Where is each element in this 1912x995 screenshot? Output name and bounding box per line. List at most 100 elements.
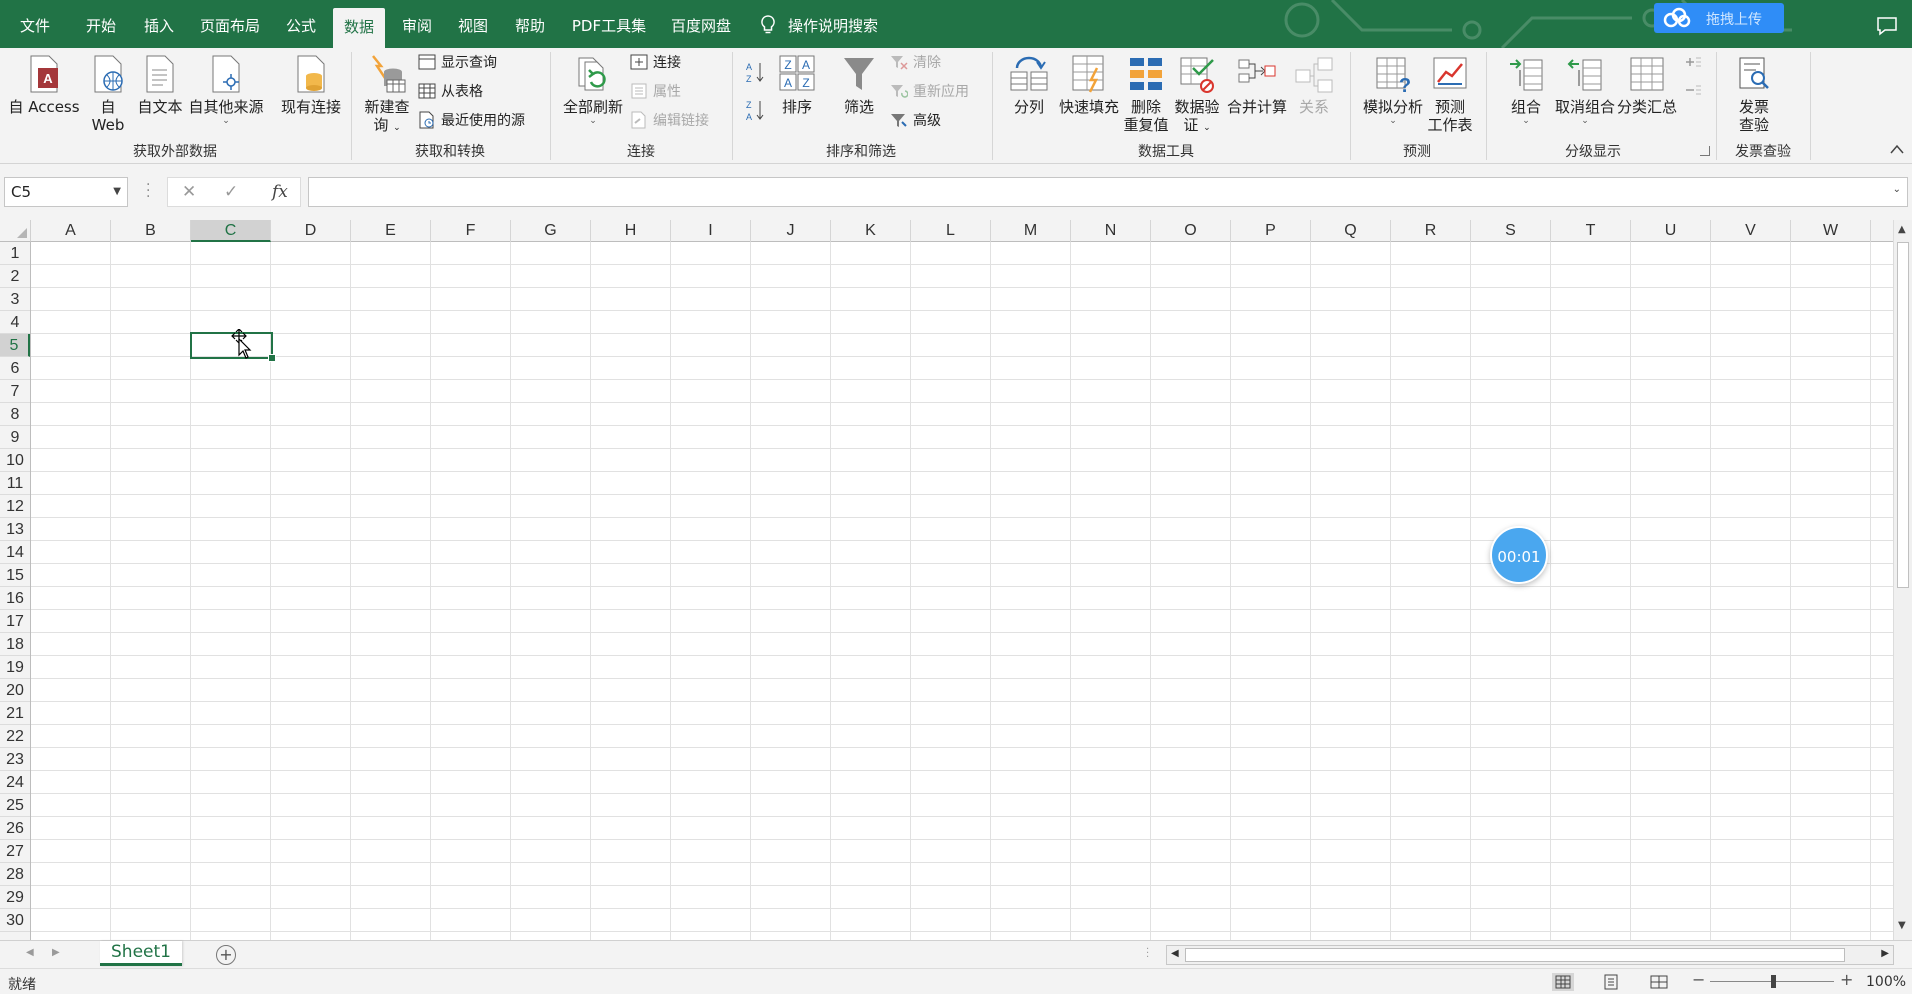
column-header-m[interactable]: M — [991, 220, 1071, 242]
forecast-sheet-button[interactable]: 预测 工作表 — [1426, 54, 1474, 134]
tab-view[interactable]: 视图 — [448, 0, 498, 48]
from-web-button[interactable]: 自 Web — [86, 54, 130, 134]
text-to-columns-button[interactable]: 分列 — [1006, 54, 1052, 116]
row-header-3[interactable]: 3 — [0, 288, 30, 311]
column-header-v[interactable]: V — [1711, 220, 1791, 242]
properties-button[interactable]: 属性 — [630, 81, 681, 103]
zoom-level[interactable]: 100% — [1866, 974, 1906, 990]
column-header-r[interactable]: R — [1391, 220, 1471, 242]
previous-sheet-icon[interactable]: ◀ — [26, 947, 34, 958]
expand-formula-bar-icon[interactable]: ⌄ — [1893, 184, 1901, 195]
clear-filter-button[interactable]: 清除 — [890, 52, 941, 74]
row-header-9[interactable]: 9 — [0, 426, 30, 449]
column-header-k[interactable]: K — [831, 220, 911, 242]
row-header-18[interactable]: 18 — [0, 633, 30, 656]
row-header-7[interactable]: 7 — [0, 380, 30, 403]
reapply-button[interactable]: 重新应用 — [890, 81, 969, 103]
tab-file[interactable]: 文件 — [10, 0, 60, 48]
column-header-q[interactable]: Q — [1311, 220, 1391, 242]
column-header-n[interactable]: N — [1071, 220, 1151, 242]
advanced-filter-button[interactable]: 高级 — [890, 110, 941, 132]
flash-fill-button[interactable]: 快速填充 — [1054, 54, 1124, 116]
from-table-button[interactable]: 从表格 — [418, 81, 483, 103]
what-if-analysis-button[interactable]: ? 模拟分析 ⌄ — [1358, 54, 1428, 126]
data-validation-button[interactable]: 数据验 证 ⌄ — [1172, 54, 1222, 137]
column-header-o[interactable]: O — [1151, 220, 1231, 242]
row-header-4[interactable]: 4 — [0, 311, 30, 334]
refresh-all-button[interactable]: 全部刷新 ⌄ — [560, 54, 626, 126]
tab-insert[interactable]: 插入 — [134, 0, 184, 48]
zoom-slider-thumb[interactable] — [1771, 975, 1776, 988]
zoom-in-icon[interactable]: + — [1840, 970, 1853, 989]
column-header-l[interactable]: L — [911, 220, 991, 242]
connections-button[interactable]: 连接 — [630, 52, 681, 74]
invoice-check-button[interactable]: 发票 查验 — [1726, 54, 1782, 134]
ungroup-button[interactable]: 取消组合 ⌄ — [1552, 54, 1618, 126]
resize-handle-icon[interactable]: · · · — [146, 178, 150, 204]
collapse-ribbon-icon[interactable] — [1888, 142, 1906, 156]
filter-button[interactable]: 筛选 — [834, 54, 884, 116]
horizontal-scrollbar[interactable]: ◀ ▶ — [1166, 945, 1894, 965]
cancel-icon[interactable]: ✕ — [182, 182, 196, 202]
existing-connections-button[interactable]: 现有连接 — [274, 54, 348, 116]
row-header-25[interactable]: 25 — [0, 794, 30, 817]
row-header-8[interactable]: 8 — [0, 403, 30, 426]
recording-timer[interactable]: 00:01 — [1490, 526, 1548, 584]
show-detail-icon[interactable] — [1684, 54, 1702, 70]
consolidate-button[interactable]: 合并计算 — [1222, 54, 1292, 116]
row-header-19[interactable]: 19 — [0, 656, 30, 679]
page-break-view-button[interactable] — [1648, 973, 1670, 991]
sort-button[interactable]: Z A A Z 排序 — [774, 54, 820, 116]
edit-links-button[interactable]: 编辑链接 — [630, 110, 709, 132]
recent-sources-button[interactable]: 最近使用的源 — [418, 110, 525, 132]
column-header-j[interactable]: J — [751, 220, 831, 242]
row-header-12[interactable]: 12 — [0, 495, 30, 518]
row-header-11[interactable]: 11 — [0, 472, 30, 495]
tab-split-handle-icon[interactable]: · · · — [1146, 945, 1149, 963]
column-header-w[interactable]: W — [1791, 220, 1871, 242]
cell-area[interactable] — [31, 242, 1893, 940]
column-header-h[interactable]: H — [591, 220, 671, 242]
row-header-26[interactable]: 26 — [0, 817, 30, 840]
column-header-u[interactable]: U — [1631, 220, 1711, 242]
row-header-5[interactable]: 5 — [0, 334, 30, 357]
subtotal-button[interactable]: 分类汇总 — [1614, 54, 1680, 116]
outline-dialog-launcher-icon[interactable] — [1700, 146, 1710, 156]
tab-formulas[interactable]: 公式 — [276, 0, 326, 48]
sort-descending-icon[interactable]: ZA — [746, 98, 766, 122]
from-text-button[interactable]: 自文本 — [134, 54, 186, 116]
row-header-20[interactable]: 20 — [0, 679, 30, 702]
show-queries-button[interactable]: 显示查询 — [418, 52, 497, 74]
row-header-6[interactable]: 6 — [0, 357, 30, 380]
scroll-right-icon[interactable]: ▶ — [1881, 948, 1889, 959]
row-header-10[interactable]: 10 — [0, 449, 30, 472]
column-header-s[interactable]: S — [1471, 220, 1551, 242]
column-header-p[interactable]: P — [1231, 220, 1311, 242]
tab-home[interactable]: 开始 — [76, 0, 126, 48]
column-header-i[interactable]: I — [671, 220, 751, 242]
column-header-f[interactable]: F — [431, 220, 511, 242]
tab-baidu-netdisk[interactable]: 百度网盘 — [666, 0, 736, 48]
page-layout-view-button[interactable] — [1600, 973, 1622, 991]
tell-me-search[interactable]: 操作说明搜索 — [760, 0, 878, 48]
scroll-left-icon[interactable]: ◀ — [1171, 948, 1179, 959]
chevron-down-icon[interactable]: ▼ — [113, 178, 121, 206]
tab-page-layout[interactable]: 页面布局 — [192, 0, 268, 48]
row-header-29[interactable]: 29 — [0, 886, 30, 909]
hide-detail-icon[interactable] — [1684, 82, 1702, 98]
row-header-21[interactable]: 21 — [0, 702, 30, 725]
add-sheet-icon[interactable]: + — [216, 945, 236, 965]
row-header-22[interactable]: 22 — [0, 725, 30, 748]
new-query-button[interactable]: 新建查 询 ⌄ — [358, 54, 416, 137]
group-button[interactable]: 组合 ⌄ — [1500, 54, 1552, 126]
scroll-up-icon[interactable]: ▲ — [1898, 224, 1906, 235]
normal-view-button[interactable] — [1552, 973, 1574, 991]
horizontal-scroll-thumb[interactable] — [1185, 948, 1845, 962]
row-header-27[interactable]: 27 — [0, 840, 30, 863]
tab-help[interactable]: 帮助 — [505, 0, 555, 48]
row-header-1[interactable]: 1 — [0, 242, 30, 265]
remove-duplicates-button[interactable]: 删除 重复值 — [1122, 54, 1170, 134]
row-header-15[interactable]: 15 — [0, 564, 30, 587]
tab-review[interactable]: 审阅 — [392, 0, 442, 48]
row-header-14[interactable]: 14 — [0, 541, 30, 564]
